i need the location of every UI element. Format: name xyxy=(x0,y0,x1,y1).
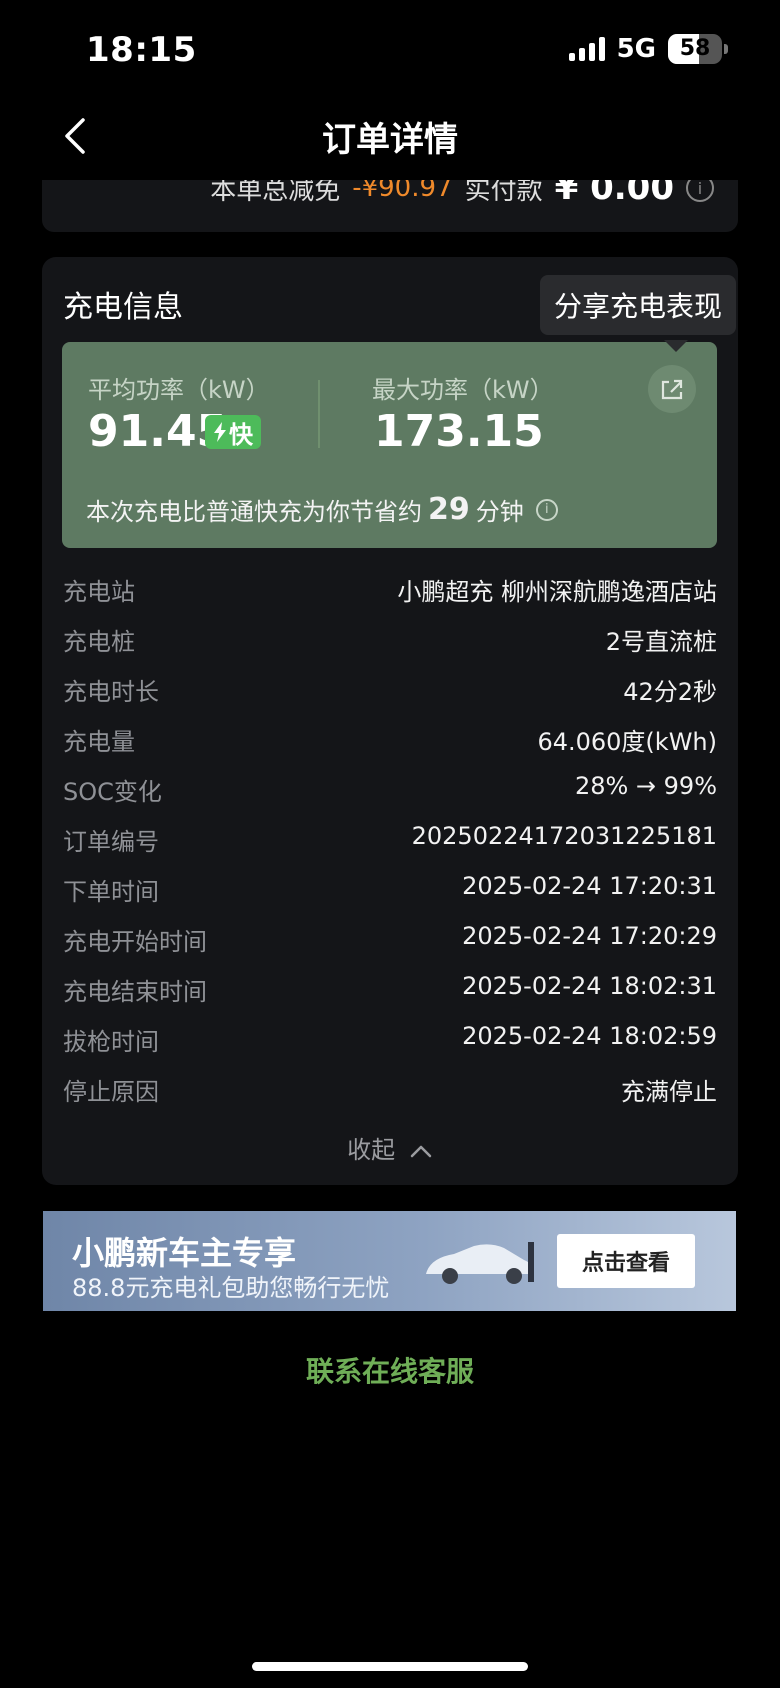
row-label-soc: SOC变化 xyxy=(63,778,162,806)
tooltip-arrow xyxy=(664,340,688,352)
paid-currency: ¥ xyxy=(554,180,579,208)
row-value-stop-reason: 充满停止 xyxy=(621,1078,717,1106)
status-icons: 5G 58 xyxy=(568,34,728,64)
lightning-icon xyxy=(214,422,226,442)
car-image xyxy=(426,1242,534,1284)
contact-service-link[interactable]: 联系在线客服 xyxy=(0,1350,780,1390)
row-label-energy: 充电量 xyxy=(63,728,135,756)
row-value-start-time: 2025-02-24 17:20:29 xyxy=(462,922,717,950)
status-time: 18:15 xyxy=(86,30,197,70)
row-value-soc: 28% → 99% xyxy=(574,772,717,800)
row-value-duration: 42分2秒 xyxy=(623,678,717,706)
row-label-start-time: 充电开始时间 xyxy=(63,928,207,956)
avg-power-label: 平均功率（kW） xyxy=(88,376,270,404)
page-title: 订单详情 xyxy=(322,120,458,160)
discount-label: 本单总减免 xyxy=(210,180,341,206)
payment-summary: 本单总减免 -¥90.97 实付款 ¥ 0.00 i xyxy=(210,180,714,208)
save-prefix: 本次充电比普通快充为你节省约 xyxy=(86,498,422,526)
power-divider xyxy=(318,380,320,448)
row-label-end-time: 充电结束时间 xyxy=(63,978,207,1006)
row-label-station: 充电站 xyxy=(63,578,135,606)
row-value-order-number: 20250224172031225181 xyxy=(411,822,717,850)
paid-value: 0.00 xyxy=(590,180,674,208)
fast-badge-label: 快 xyxy=(229,420,253,449)
charging-info-title: 充电信息 xyxy=(63,290,183,325)
info-icon[interactable]: i xyxy=(535,498,558,521)
home-indicator[interactable] xyxy=(252,1662,528,1671)
row-label-pile: 充电桩 xyxy=(63,628,135,656)
row-value-pile: 2号直流桩 xyxy=(605,628,717,656)
discount-value: -¥90.97 xyxy=(352,180,453,203)
battery-cap xyxy=(724,44,728,54)
row-label-duration: 充电时长 xyxy=(63,678,159,706)
fast-charge-badge: 快 xyxy=(205,415,261,449)
share-icon xyxy=(661,379,683,400)
row-value-unplug-time: 2025-02-24 18:02:59 xyxy=(462,1022,717,1050)
cellular-signal-icon xyxy=(568,37,605,61)
row-value-station: 小鹏超充 柳州深航鹏逸酒店站 xyxy=(397,578,717,606)
row-label-stop-reason: 停止原因 xyxy=(63,1078,159,1106)
save-minutes: 29 xyxy=(428,492,470,527)
banner-view-button[interactable]: 点击查看 xyxy=(557,1234,695,1288)
row-label-order-number: 订单编号 xyxy=(63,828,159,856)
row-value-order-time: 2025-02-24 17:20:31 xyxy=(462,872,717,900)
row-value-energy: 64.060度(kWh) xyxy=(537,728,717,756)
chevron-up-icon xyxy=(410,1145,432,1158)
collapse-label: 收起 xyxy=(347,1136,396,1164)
max-power-value: 173.15 xyxy=(374,406,544,457)
share-button[interactable] xyxy=(648,365,696,413)
row-value-end-time: 2025-02-24 18:02:31 xyxy=(462,972,717,1000)
banner-subtitle: 88.8元充电礼包助您畅行无忧 xyxy=(72,1274,390,1302)
row-label-unplug-time: 拔枪时间 xyxy=(63,1028,159,1056)
row-label-order-time: 下单时间 xyxy=(63,878,159,906)
payment-summary-card: 本单总减免 -¥90.97 实付款 ¥ 0.00 i xyxy=(42,180,738,232)
share-tooltip: 分享充电表现 xyxy=(540,275,737,335)
collapse-button[interactable]: 收起 xyxy=(0,1130,780,1165)
battery-level: 58 xyxy=(679,36,711,61)
time-saved-text: 本次充电比普通快充为你节省约 29 分钟 i xyxy=(86,492,558,527)
info-icon[interactable]: i xyxy=(686,180,714,202)
paid-label: 实付款 xyxy=(464,180,543,206)
paid-amount: ¥ 0.00 xyxy=(555,180,674,208)
save-suffix: 分钟 xyxy=(475,498,524,526)
network-type: 5G xyxy=(616,34,656,64)
max-power-label: 最大功率（kW） xyxy=(372,376,554,404)
battery-icon: 58 xyxy=(668,34,722,64)
